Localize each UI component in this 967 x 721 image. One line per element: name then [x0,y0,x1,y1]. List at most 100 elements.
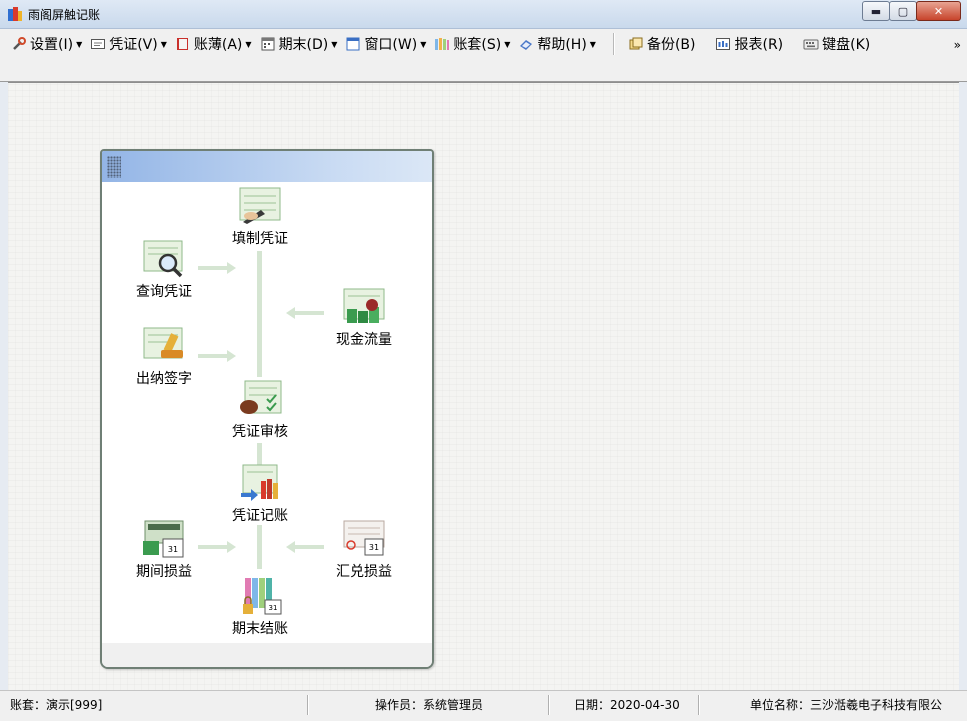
backup-button[interactable]: 备份(B) [625,33,699,55]
menu-account-set[interactable]: 账套(S) ▼ [431,33,513,55]
fx-pl-node[interactable]: 31 汇兑损益 [322,519,406,581]
report-label: 报表(R) [734,37,784,53]
account-set-icon [435,38,450,50]
calendar-day-text: 31 [269,604,278,612]
backup-label: 备份(B) [646,37,696,53]
period-close-label: 期末结账 [232,621,288,637]
fx-pl-icon: 31 [343,520,385,556]
workspace-left-border [0,82,8,690]
main-toolbar: 设置(I) ▼ 凭证(V) ▼ 账薄(A) ▼ 期末(D) ▼ 窗口(W) ▼ 账套(S)… [0,29,967,83]
period-close-icon: 31 [243,578,282,615]
minimize-icon: ▬ [870,4,882,18]
calendar-day-text: 31 [369,543,379,552]
voucher-audit-label: 凭证审核 [232,424,288,440]
workflow-panel: 填制凭证 查询凭证 现金流量 出纳签字 凭证审核 凭证记账 31 期间损益 31… [100,149,434,669]
dropdown-arrow-icon: ▼ [420,39,427,49]
period-pl-label: 期间损益 [136,564,192,580]
keyboard-label: 键盘(K) [822,37,871,53]
dropdown-arrow-icon: ▼ [331,39,338,49]
status-company: 单位名称：三沙湉羲电子科技有限公 [750,698,943,712]
status-divider [548,695,550,715]
query-voucher-label: 查询凭证 [136,284,192,300]
voucher-post-node[interactable]: 凭证记账 [218,463,302,525]
window-icon [346,37,360,51]
toolbar-row: 设置(I) ▼ 凭证(V) ▼ 账薄(A) ▼ 期末(D) ▼ 窗口(W) ▼ 账套(S)… [8,33,875,55]
toolbar-overflow-chevron[interactable]: » [954,38,961,52]
toolbar-separator [612,33,615,55]
report-icon [716,38,731,50]
menu-window[interactable]: 窗口(W) ▼ [342,33,429,55]
window-controls: ▬ ▢ ✕ [862,1,961,21]
calendar-icon [261,37,275,51]
menu-account-set-label: 账套(S) [453,37,502,53]
backup-icon [629,37,643,50]
menu-settings[interactable]: 设置(I) ▼ [8,33,85,55]
fill-voucher-node[interactable]: 填制凭证 [218,186,302,248]
voucher-icon [91,39,106,49]
cashier-sign-icon [143,327,183,359]
query-voucher-icon [143,240,183,278]
app-logo-icon [8,7,22,21]
voucher-audit-node[interactable]: 凭证审核 [218,379,302,441]
menu-period-end-label: 期末(D) [278,37,329,53]
cashier-sign-label: 出纳签字 [136,371,192,387]
ledger-book-icon [176,38,188,50]
flow-connector-vertical [257,251,262,377]
cash-flow-node[interactable]: 现金流量 [322,287,406,349]
wrench-icon [13,37,26,50]
fill-voucher-label: 填制凭证 [232,231,288,247]
fx-pl-label: 汇兑损益 [336,564,392,580]
calendar-day-text: 31 [168,545,178,554]
minimize-button[interactable]: ▬ [862,1,890,21]
period-pl-icon: 31 [143,520,184,558]
voucher-post-label: 凭证记账 [232,508,288,524]
menu-ledger[interactable]: 账薄(A) ▼ [172,33,255,55]
menu-help-label: 帮助(H) [537,37,587,53]
close-button[interactable]: ✕ [916,1,961,21]
dropdown-arrow-icon: ▼ [589,39,596,49]
dropdown-arrow-icon: ▼ [245,39,252,49]
maximize-icon: ▢ [897,4,909,18]
status-operator: 操作员：系统管理员 [375,698,484,712]
voucher-audit-icon [240,380,282,414]
help-book-icon [520,40,533,50]
period-close-node[interactable]: 31 期末结账 [218,576,302,638]
status-divider [307,695,309,715]
status-account-set: 账套：演示[999] [10,698,103,712]
period-pl-node[interactable]: 31 期间损益 [122,519,206,581]
close-icon: ✕ [933,4,944,18]
panel-header [102,151,432,182]
status-date: 日期：2020-04-30 [574,698,680,712]
menu-period-end[interactable]: 期末(D) ▼ [257,33,341,55]
panel-footer [102,643,432,667]
keyboard-button[interactable]: 键盘(K) [800,33,873,55]
menu-help[interactable]: 帮助(H) ▼ [515,33,599,55]
cash-flow-label: 现金流量 [336,332,392,348]
report-button[interactable]: 报表(R) [712,33,786,55]
flow-arrow-left [286,541,324,553]
flow-connector-vertical [257,443,262,465]
keyboard-icon [803,39,819,50]
query-voucher-node[interactable]: 查询凭证 [122,239,206,301]
status-divider [698,695,700,715]
menu-voucher-label: 凭证(V) [109,37,158,53]
cash-flow-icon [343,288,385,323]
title-bar: 雨阁屏触记账 ▬ ▢ ✕ [0,0,967,29]
maximize-button[interactable]: ▢ [889,1,917,21]
menu-window-label: 窗口(W) [364,37,418,53]
dropdown-arrow-icon: ▼ [76,39,83,49]
flow-connector-vertical [257,525,262,569]
menu-voucher[interactable]: 凭证(V) ▼ [87,33,170,55]
dropdown-arrow-icon: ▼ [160,39,167,49]
window-title: 雨阁屏触记账 [28,8,101,22]
voucher-post-icon [241,464,278,501]
menu-ledger-label: 账薄(A) [193,37,243,53]
workspace-right-border [959,82,967,690]
menu-settings-label: 设置(I) [30,37,74,53]
drag-grip-icon[interactable] [107,156,121,178]
status-bar: 账套：演示[999] 操作员：系统管理员 日期：2020-04-30 单位名称：… [0,690,967,721]
cashier-sign-node[interactable]: 出纳签字 [122,326,206,388]
fill-voucher-icon [239,187,281,224]
flow-arrow-left [286,307,324,319]
dropdown-arrow-icon: ▼ [504,39,511,49]
